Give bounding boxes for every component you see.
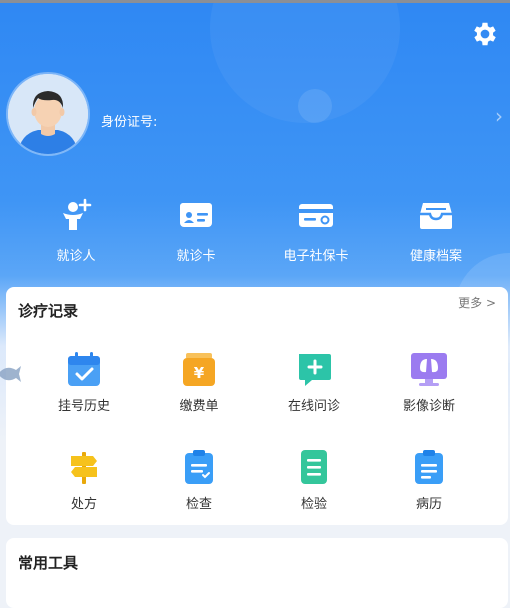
tile-examination[interactable]: 检查 bbox=[140, 448, 258, 512]
quick-action-label: 就诊人 bbox=[56, 249, 96, 264]
add-person-icon bbox=[63, 198, 92, 230]
svg-text:¥: ¥ bbox=[194, 364, 205, 382]
medical-record-icon bbox=[415, 450, 443, 484]
lung-monitor-icon bbox=[411, 353, 447, 386]
checklist-clipboard-icon bbox=[185, 450, 213, 484]
id-card-icon bbox=[180, 203, 212, 227]
tile-label: 处方 bbox=[70, 497, 97, 512]
quick-action-patients[interactable]: 就诊人 bbox=[16, 197, 136, 264]
chevron-right-icon[interactable]: › bbox=[495, 104, 503, 128]
avatar[interactable] bbox=[8, 74, 88, 154]
calendar-check-icon bbox=[68, 352, 100, 386]
tile-label: 缴费单 bbox=[179, 399, 219, 414]
archive-box-icon bbox=[420, 203, 452, 229]
records-title: 诊疗记录 bbox=[18, 302, 79, 320]
quick-action-health-records[interactable]: 健康档案 bbox=[376, 197, 496, 264]
social-security-card-icon bbox=[299, 204, 333, 227]
quick-action-label: 就诊卡 bbox=[176, 249, 216, 264]
quick-action-label: 健康档案 bbox=[409, 249, 462, 264]
tile-label: 检查 bbox=[185, 497, 212, 512]
tile-label: 检验 bbox=[300, 497, 327, 512]
tile-payment-bill[interactable]: ¥ 缴费单 bbox=[140, 350, 258, 414]
tile-imaging-diagnosis[interactable]: 影像诊断 bbox=[370, 350, 488, 414]
tile-lab-test[interactable]: 检验 bbox=[255, 448, 373, 512]
tile-online-consultation[interactable]: 在线问诊 bbox=[255, 350, 373, 414]
settings-gear-icon[interactable] bbox=[470, 19, 500, 49]
tile-registration-history[interactable]: 挂号历史 bbox=[25, 350, 143, 414]
tile-label: 影像诊断 bbox=[402, 399, 455, 414]
signpost-icon bbox=[71, 452, 97, 484]
lab-report-icon bbox=[301, 450, 327, 484]
quick-action-social-security[interactable]: 电子社保卡 bbox=[256, 197, 376, 264]
tools-card: 常用工具 bbox=[6, 538, 508, 608]
tile-label: 在线问诊 bbox=[287, 399, 340, 414]
quick-action-label: 电子社保卡 bbox=[283, 249, 349, 264]
records-card: 诊疗记录 更多 > 挂号历史 ¥ 缴费单 在线问诊 影像诊断 处方 检查 检验 … bbox=[6, 287, 508, 525]
floating-assistant-icon[interactable] bbox=[0, 362, 22, 386]
quick-action-medical-card[interactable]: 就诊卡 bbox=[136, 197, 256, 264]
tile-prescription[interactable]: 处方 bbox=[25, 448, 143, 512]
tile-label: 挂号历史 bbox=[57, 399, 110, 414]
user-avatar-icon bbox=[8, 74, 88, 154]
payment-icon: ¥ bbox=[183, 353, 215, 386]
chat-plus-icon bbox=[299, 354, 331, 386]
more-link[interactable]: 更多 > bbox=[458, 294, 496, 311]
tools-title: 常用工具 bbox=[18, 554, 79, 572]
tile-label: 病历 bbox=[415, 497, 442, 512]
id-number-label: 身份证号: bbox=[101, 115, 158, 130]
decor-bubble bbox=[210, 3, 400, 123]
tile-medical-record[interactable]: 病历 bbox=[370, 448, 488, 512]
